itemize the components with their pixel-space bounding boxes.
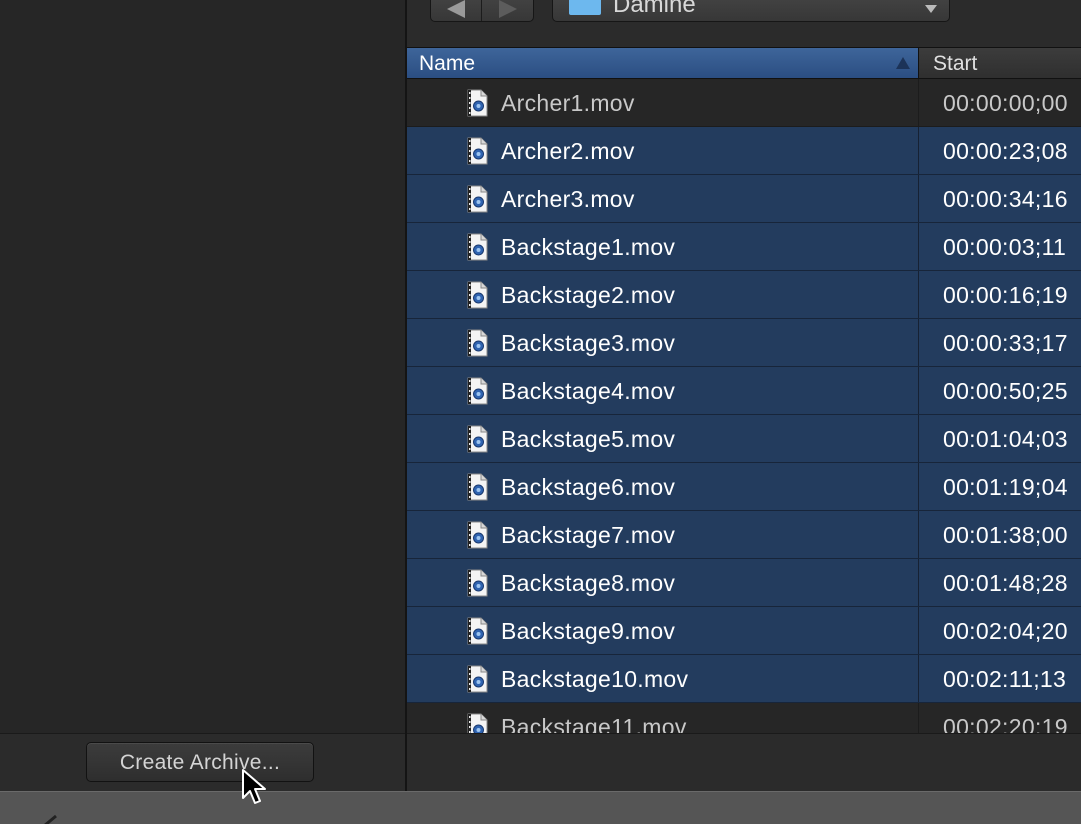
file-name: Backstage10.mov: [501, 666, 689, 692]
table-row[interactable]: Backstage10.mov 00:02:11;13: [407, 655, 1081, 703]
name-cell: Archer3.mov: [407, 175, 919, 222]
file-name: Backstage4.mov: [501, 378, 676, 404]
file-name: Backstage6.mov: [501, 474, 676, 500]
column-header-name-label: Name: [419, 52, 476, 75]
quicktime-movie-file-icon: [467, 233, 488, 261]
table-row[interactable]: Backstage2.mov 00:00:16;19: [407, 271, 1081, 319]
location-popup[interactable]: Damine: [552, 0, 950, 22]
table-row[interactable]: Backstage11.mov 00:02:20;19: [407, 703, 1081, 733]
start-timecode: 00:01:48;28: [943, 570, 1068, 596]
file-name: Archer1.mov: [501, 90, 635, 116]
column-header-name[interactable]: Name: [407, 48, 919, 78]
file-name: Backstage1.mov: [501, 234, 676, 260]
quicktime-movie-file-icon: [467, 713, 488, 733]
column-header-start-label: Start: [933, 52, 978, 75]
file-name: Backstage2.mov: [501, 282, 676, 308]
start-timecode: 00:00:00;00: [943, 90, 1068, 116]
quicktime-movie-file-icon: [467, 617, 488, 645]
name-cell: Backstage8.mov: [407, 559, 919, 606]
quicktime-movie-file-icon: [467, 473, 488, 501]
name-cell: Backstage1.mov: [407, 223, 919, 270]
back-button[interactable]: [431, 0, 482, 21]
start-timecode: 00:02:11;13: [943, 666, 1067, 692]
start-timecode: 00:00:33;17: [943, 330, 1068, 356]
table-row[interactable]: Backstage7.mov 00:01:38;00: [407, 511, 1081, 559]
start-timecode: 00:00:50;25: [943, 378, 1068, 404]
forward-button[interactable]: [482, 0, 533, 21]
folder-icon: [569, 0, 601, 15]
name-cell: Backstage5.mov: [407, 415, 919, 462]
name-cell: Backstage7.mov: [407, 511, 919, 558]
start-timecode: 00:00:16;19: [943, 282, 1068, 308]
import-window: Create Archive... Damine Name Start Arch…: [0, 0, 1081, 824]
table-row[interactable]: Backstage5.mov 00:01:04;03: [407, 415, 1081, 463]
file-name: Backstage11.mov: [501, 714, 687, 733]
table-row[interactable]: Archer1.mov 00:00:00;00: [407, 79, 1081, 127]
file-name: Backstage9.mov: [501, 618, 676, 644]
table-row[interactable]: Backstage4.mov 00:00:50;25: [407, 367, 1081, 415]
quicktime-movie-file-icon: [467, 137, 488, 165]
location-label: Damine: [613, 0, 696, 18]
quicktime-movie-file-icon: [467, 329, 488, 357]
name-cell: Backstage3.mov: [407, 319, 919, 366]
name-cell: Archer2.mov: [407, 127, 919, 174]
file-name: Archer2.mov: [501, 138, 635, 164]
file-name: Backstage3.mov: [501, 330, 676, 356]
quicktime-movie-file-icon: [467, 281, 488, 309]
name-cell: Backstage2.mov: [407, 271, 919, 318]
start-timecode: 00:00:23;08: [943, 138, 1068, 164]
create-archive-button[interactable]: Create Archive...: [86, 742, 314, 782]
table-row[interactable]: Archer3.mov 00:00:34;16: [407, 175, 1081, 223]
sort-ascending-icon: [896, 57, 910, 69]
sidebar-pane: [0, 0, 405, 733]
file-name: Backstage5.mov: [501, 426, 676, 452]
file-name: Backstage8.mov: [501, 570, 676, 596]
quicktime-movie-file-icon: [467, 185, 488, 213]
name-cell: Backstage6.mov: [407, 463, 919, 510]
table-row[interactable]: Backstage1.mov 00:00:03;11: [407, 223, 1081, 271]
start-timecode: 00:01:38;00: [943, 522, 1068, 548]
quicktime-movie-file-icon: [467, 665, 488, 693]
table-row[interactable]: Backstage9.mov 00:02:04;20: [407, 607, 1081, 655]
table-header: Name Start: [407, 47, 1081, 79]
table-row[interactable]: Archer2.mov 00:00:23;08: [407, 127, 1081, 175]
start-timecode: 00:00:03;11: [943, 234, 1067, 260]
start-timecode: 00:00:34;16: [943, 186, 1068, 212]
bottom-bar: [0, 791, 1081, 824]
name-cell: Backstage4.mov: [407, 367, 919, 414]
browser-footer: [407, 733, 1081, 792]
start-timecode: 00:02:04;20: [943, 618, 1068, 644]
name-cell: Backstage10.mov: [407, 655, 919, 702]
file-name: Archer3.mov: [501, 186, 635, 212]
name-cell: Backstage9.mov: [407, 607, 919, 654]
chevron-down-icon: [925, 5, 937, 13]
start-timecode: 00:01:19;04: [943, 474, 1068, 500]
checkmark-icon: [44, 814, 57, 824]
quicktime-movie-file-icon: [467, 425, 488, 453]
quicktime-movie-file-icon: [467, 89, 488, 117]
table-row[interactable]: Backstage3.mov 00:00:33;17: [407, 319, 1081, 367]
file-list[interactable]: Archer1.mov 00:00:00;00 Archer2.mov 00:00:2…: [407, 79, 1081, 733]
column-header-start[interactable]: Start: [919, 48, 1081, 78]
file-name: Backstage7.mov: [501, 522, 676, 548]
start-timecode: 00:01:04;03: [943, 426, 1068, 452]
forward-arrow-icon: [498, 0, 517, 18]
quicktime-movie-file-icon: [467, 377, 488, 405]
start-timecode: 00:02:20;19: [943, 714, 1068, 733]
quicktime-movie-file-icon: [467, 569, 488, 597]
mouse-pointer-icon: [242, 769, 266, 804]
table-row[interactable]: Backstage6.mov 00:01:19;04: [407, 463, 1081, 511]
table-row[interactable]: Backstage8.mov 00:01:48;28: [407, 559, 1081, 607]
name-cell: Backstage11.mov: [407, 703, 919, 733]
navigation-buttons: [430, 0, 534, 22]
back-arrow-icon: [447, 0, 465, 18]
name-cell: Archer1.mov: [407, 79, 919, 126]
quicktime-movie-file-icon: [467, 521, 488, 549]
